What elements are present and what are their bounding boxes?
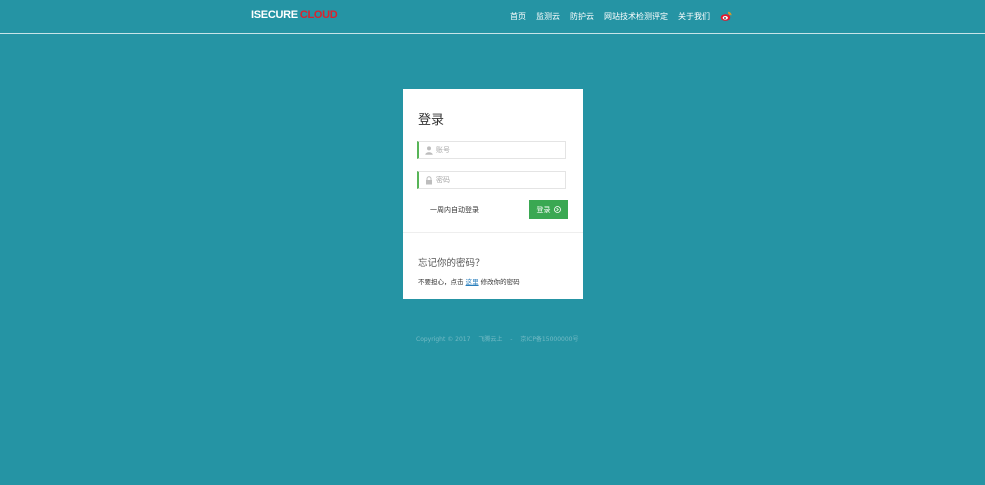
- card-divider: [403, 232, 583, 233]
- weibo-icon[interactable]: [720, 10, 732, 22]
- login-title: 登录: [418, 113, 445, 128]
- footer-company: 飞腾云上: [478, 336, 503, 343]
- brand-logo[interactable]: ISECURE CLOUD: [251, 9, 338, 21]
- forgot-password-text: 不要担心，点击 这里 修改你的密码: [418, 276, 520, 286]
- top-navbar: ISECURE CLOUD 首页 监测云 防护云 网站技术检测评定 关于我们: [0, 0, 985, 34]
- page-footer: Copyright © 2017 飞腾云上 - 京ICP备15000000号: [416, 334, 584, 343]
- forgot-prefix: 不要担心，点击: [418, 278, 464, 286]
- main-nav: 首页 监测云 防护云 网站技术检测评定 关于我们: [510, 11, 732, 22]
- logo-text-isecure: ISECURE: [251, 9, 298, 21]
- username-field-wrapper: [417, 141, 566, 159]
- login-card: 登录 一周内自动登录 登录 忘记你的密码？ 不要担心，点击 这里 修改你的密码: [403, 89, 583, 299]
- lock-icon: [426, 176, 432, 185]
- logo-text-cloud: CLOUD: [299, 9, 338, 21]
- forgot-password-title: 忘记你的密码？: [418, 258, 485, 269]
- nav-protection-cloud[interactable]: 防护云: [570, 11, 594, 22]
- password-field-wrapper: [417, 171, 566, 189]
- footer-icp[interactable]: 京ICP备15000000号: [520, 336, 578, 343]
- username-input[interactable]: [436, 142, 561, 158]
- remember-me-label[interactable]: 一周内自动登录: [430, 205, 479, 215]
- forgot-suffix: 修改你的密码: [480, 278, 520, 286]
- reset-password-link[interactable]: 这里: [466, 278, 479, 286]
- nav-about-us[interactable]: 关于我们: [678, 11, 710, 22]
- footer-separator: -: [510, 336, 513, 343]
- nav-site-assessment[interactable]: 网站技术检测评定: [604, 11, 668, 22]
- user-icon: [425, 146, 433, 155]
- nav-home[interactable]: 首页: [510, 11, 526, 22]
- login-button-label: 登录: [536, 205, 551, 214]
- nav-monitor-cloud[interactable]: 监测云: [536, 11, 560, 22]
- login-button[interactable]: 登录: [529, 200, 568, 219]
- footer-copyright: Copyright © 2017: [416, 336, 471, 343]
- password-input[interactable]: [436, 172, 561, 188]
- arrow-circle-icon: [553, 206, 561, 213]
